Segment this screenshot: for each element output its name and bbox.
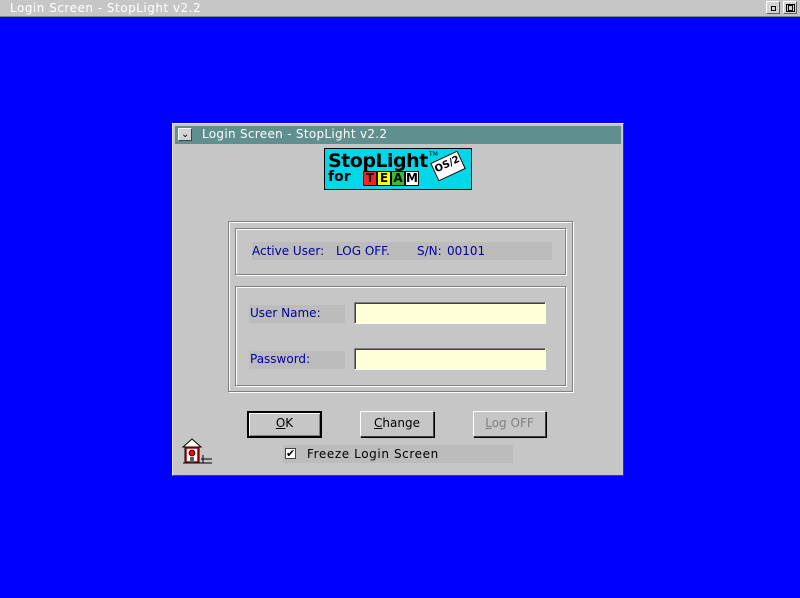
password-label: Password:: [250, 352, 311, 366]
logo-team-letter: A: [391, 171, 405, 186]
dialog-title: Login Screen - StopLight v2.2: [202, 127, 388, 141]
change-button[interactable]: Change: [360, 411, 434, 437]
change-label: hange: [382, 416, 420, 430]
window-titlebar[interactable]: Login Screen - StopLight v2.2: [0, 0, 800, 17]
dialog-titlebar[interactable]: ⌄ Login Screen - StopLight v2.2: [175, 126, 621, 144]
logo-team-letter: T: [363, 171, 377, 186]
status-frame: Active User: LOG OFF. S/N: 00101: [235, 228, 566, 275]
logo-team-letter: E: [377, 171, 391, 186]
house-icon: [181, 438, 212, 464]
password-input[interactable]: [354, 348, 546, 370]
minimize-icon[interactable]: [766, 1, 780, 14]
restore-icon[interactable]: [783, 1, 797, 14]
ok-mnemonic: O: [275, 416, 286, 430]
log-off-label: og OFF: [491, 416, 534, 430]
active-user-label: Active User:: [252, 244, 325, 258]
window-title: Login Screen - StopLight v2.2: [10, 1, 202, 15]
logo-for-text: for: [328, 169, 351, 185]
stoplight-logo: StopLight TM for T E A M OS/2: [324, 148, 472, 190]
serial-value: 00101: [447, 244, 486, 258]
serial-label: S/N:: [417, 244, 442, 258]
checkmark-icon[interactable]: ✔: [285, 448, 296, 459]
user-name-label: User Name:: [250, 306, 321, 320]
ok-button[interactable]: OK: [247, 411, 322, 438]
credentials-frame: User Name: Password:: [235, 286, 566, 386]
freeze-login-label: Freeze Login Screen: [307, 447, 439, 461]
user-name-input[interactable]: [354, 302, 546, 324]
ok-label: K: [285, 416, 294, 430]
logo-trademark: TM: [429, 151, 438, 158]
log-off-button[interactable]: Log OFF: [473, 411, 546, 437]
logo-team-letter: M: [405, 171, 419, 186]
chevron-down-icon[interactable]: ⌄: [178, 128, 192, 141]
active-user-value: LOG OFF.: [336, 244, 390, 258]
freeze-login-checkbox[interactable]: ✔ Freeze Login Screen: [283, 445, 513, 463]
login-dialog: ⌄ Login Screen - StopLight v2.2 StopLigh…: [172, 123, 624, 476]
